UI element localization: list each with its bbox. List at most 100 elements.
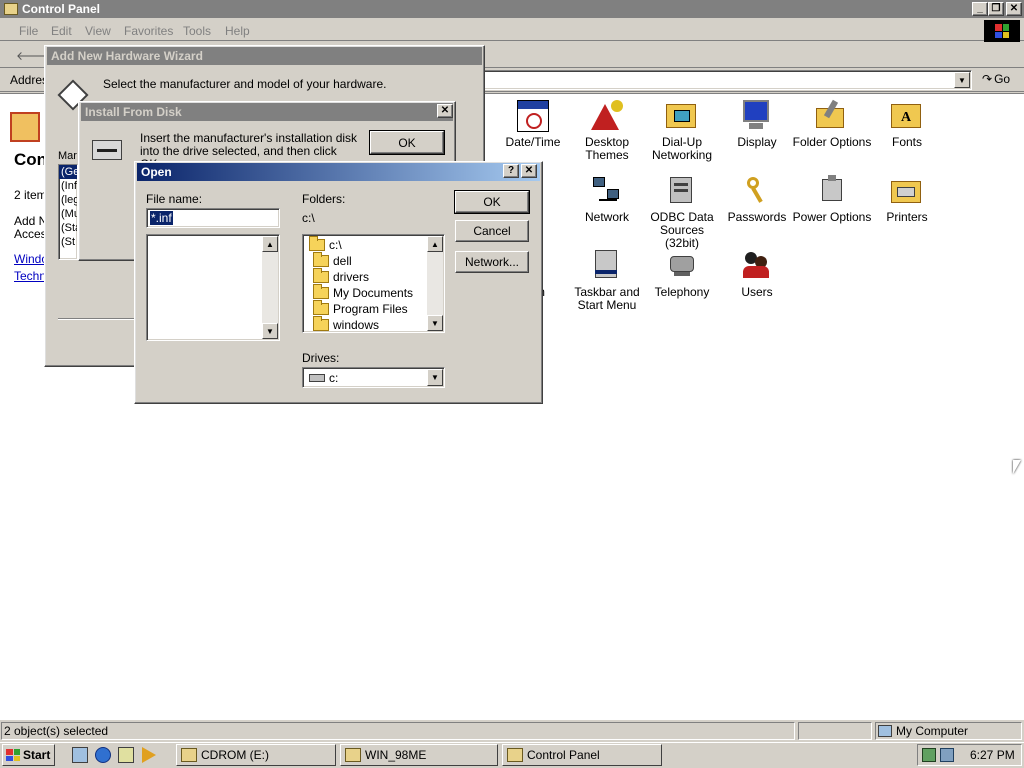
disk-drive-icon <box>92 140 122 160</box>
folder-item[interactable]: Program Files <box>313 300 408 317</box>
list-item[interactable]: (Inf <box>59 179 77 193</box>
monitor-tray-icon[interactable] <box>940 748 954 762</box>
window-title: Control Panel <box>22 2 101 16</box>
list-item[interactable]: (Sta <box>59 221 77 235</box>
clock[interactable]: 6:27 PM <box>970 748 1015 762</box>
folders-label: Folders: <box>302 192 346 206</box>
cp-item-passwords[interactable]: Passwords <box>717 175 797 224</box>
users-icon <box>741 250 773 282</box>
dialup-icon <box>666 100 698 132</box>
folder-tree[interactable]: c:\ dell drivers My Documents Program Fi… <box>302 234 445 333</box>
menu-help[interactable]: Help <box>225 24 250 38</box>
quick-launch-outlook-icon[interactable] <box>118 747 134 763</box>
scroll-up-button[interactable]: ▲ <box>427 236 443 252</box>
address-dropdown-button[interactable]: ▼ <box>954 72 970 88</box>
left-pane-link-1[interactable]: Windo <box>14 252 48 266</box>
taskbar-icon <box>591 250 623 282</box>
cp-item-fonts[interactable]: A Fonts <box>867 100 947 149</box>
list-item[interactable]: (Ge <box>59 165 77 179</box>
cp-item-power-options[interactable]: Power Options <box>792 175 872 224</box>
folder-item[interactable]: windows <box>313 316 379 332</box>
power-icon <box>816 175 848 207</box>
cp-item-telephony[interactable]: Telephony <box>642 250 722 299</box>
left-pane-folder-icon <box>10 112 40 142</box>
cp-item-date-time[interactable]: Date/Time <box>493 100 573 149</box>
wizard-title-bar[interactable]: Add New Hardware Wizard <box>47 47 482 65</box>
open-title-bar[interactable]: Open <box>137 163 540 181</box>
menu-favorites[interactable]: Favorites <box>124 24 173 38</box>
menu-tools[interactable]: Tools <box>183 24 211 38</box>
status-middle <box>798 722 872 740</box>
start-button[interactable]: Start <box>2 744 55 766</box>
list-item[interactable]: (leg <box>59 193 77 207</box>
wizard-manufacturer-list[interactable]: (Ge (Inf (leg (Mu (Sta (St <box>58 164 78 260</box>
address-input[interactable] <box>480 70 972 90</box>
control-panel-title-icon <box>4 3 18 15</box>
cp-item-odbc[interactable]: ODBC Data Sources (32bit) <box>642 175 722 250</box>
main-title-bar[interactable]: Control Panel <box>0 0 1024 18</box>
mouse-cursor-icon <box>1013 460 1021 474</box>
calendar-clock-icon <box>517 100 549 132</box>
network-button[interactable]: Network... <box>455 251 529 273</box>
file-list-scrollbar[interactable]: ▲ ▼ <box>262 236 278 339</box>
cp-item-taskbar[interactable]: Taskbar and Start Menu <box>567 250 647 312</box>
cp-item-display[interactable]: Display <box>717 100 797 149</box>
cp-item-network[interactable]: Network <box>567 175 647 224</box>
cp-item-dial-up-networking[interactable]: Dial-Up Networking <box>642 100 722 162</box>
keys-icon <box>741 175 773 207</box>
control-panel-icon <box>507 748 523 762</box>
status-left: 2 object(s) selected <box>1 722 795 740</box>
restore-button[interactable]: ❐ <box>988 2 1004 16</box>
drives-select[interactable]: c: <box>302 367 445 388</box>
wizard-title: Add New Hardware Wizard <box>51 49 203 63</box>
file-list[interactable] <box>146 234 280 341</box>
odbc-icon <box>666 175 698 207</box>
menu-view[interactable]: View <box>85 24 111 38</box>
task-control-panel[interactable]: Control Panel <box>502 744 662 766</box>
open-folder-icon <box>309 236 325 251</box>
network-tray-icon[interactable] <box>922 748 936 762</box>
current-folder-path: c:\ <box>302 211 315 225</box>
folder-item[interactable]: My Documents <box>313 284 413 301</box>
install-ok-button[interactable]: OK <box>369 130 445 155</box>
open-close-button[interactable]: ✕ <box>521 164 537 178</box>
task-cdrom[interactable]: CDROM (E:) <box>176 744 336 766</box>
open-title: Open <box>141 165 172 179</box>
folder-window-icon <box>345 748 361 762</box>
cp-item-users[interactable]: Users <box>717 250 797 299</box>
open-ok-button[interactable]: OK <box>454 190 530 214</box>
display-icon <box>741 100 773 132</box>
minimize-button[interactable]: _ <box>972 2 988 16</box>
folder-icon <box>313 316 329 331</box>
menu-file[interactable]: File <box>19 24 38 38</box>
install-close-button[interactable]: ✕ <box>437 104 453 118</box>
go-button[interactable]: ↷ Go <box>982 72 1010 86</box>
folder-icon <box>313 268 329 283</box>
close-button[interactable]: ✕ <box>1006 2 1022 16</box>
scroll-up-button[interactable]: ▲ <box>262 236 278 252</box>
cp-item-printers[interactable]: Printers <box>867 175 947 224</box>
quick-launch-ie-icon[interactable] <box>95 747 111 763</box>
quick-launch-desktop-icon[interactable] <box>72 747 88 763</box>
status-right: My Computer <box>875 722 1022 740</box>
help-button[interactable]: ? <box>503 164 519 178</box>
list-item[interactable]: (Mu <box>59 207 77 221</box>
menu-edit[interactable]: Edit <box>51 24 72 38</box>
cp-item-desktop-themes[interactable]: Desktop Themes <box>567 100 647 162</box>
list-item[interactable]: (St <box>59 235 77 249</box>
scroll-down-button[interactable]: ▼ <box>262 323 278 339</box>
install-title-bar[interactable]: Install From Disk <box>81 103 453 121</box>
folder-icon <box>313 284 329 299</box>
folder-item[interactable]: dell <box>313 252 352 269</box>
cp-item-folder-options[interactable]: Folder Options <box>792 99 872 149</box>
file-name-input[interactable]: *.inf <box>146 208 280 228</box>
quick-launch-media-icon[interactable] <box>142 747 156 763</box>
folder-tree-scrollbar[interactable]: ▲ ▼ <box>427 236 443 331</box>
task-win98me[interactable]: WIN_98ME <box>340 744 498 766</box>
drives-dropdown-button[interactable]: ▼ <box>427 369 443 386</box>
folder-item-root[interactable]: c:\ <box>309 236 342 253</box>
windows-logo-icon <box>984 20 1020 42</box>
open-cancel-button[interactable]: Cancel <box>455 220 529 242</box>
scroll-down-button[interactable]: ▼ <box>427 315 443 331</box>
folder-item[interactable]: drivers <box>313 268 369 285</box>
